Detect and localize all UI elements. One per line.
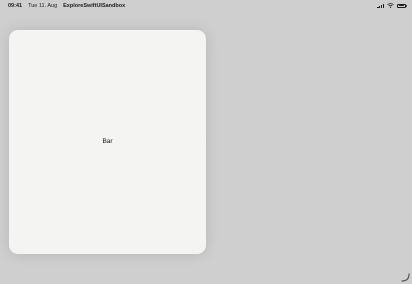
sheet-label: Bar [102, 138, 113, 145]
battery-icon [397, 3, 407, 8]
status-bar: 09:41 Tue 11. Aug ExploreSwiftUISandbox [0, 0, 412, 12]
wifi-icon [387, 3, 394, 8]
sheet-panel[interactable]: Bar [9, 30, 206, 254]
status-time: 09:41 [8, 3, 23, 9]
status-bar-right [377, 3, 407, 8]
window-resize-handle-icon[interactable] [400, 272, 410, 282]
status-app-name: ExploreSwiftUISandbox [63, 3, 126, 9]
status-bar-left: 09:41 Tue 11. Aug ExploreSwiftUISandbox [8, 3, 125, 9]
cellular-signal-icon [377, 3, 384, 8]
status-date: Tue 11. Aug [28, 3, 58, 9]
